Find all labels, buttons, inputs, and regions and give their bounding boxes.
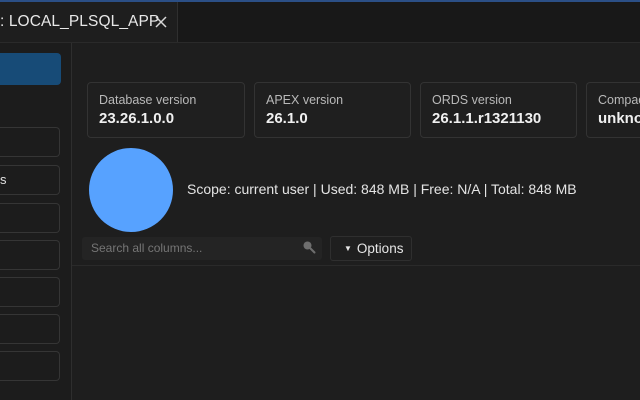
sidebar-item[interactable] xyxy=(0,203,60,233)
search-icon[interactable] xyxy=(302,240,316,254)
close-icon[interactable] xyxy=(152,13,170,31)
card-value: 26.1.0 xyxy=(266,110,308,127)
sidebar-item[interactable] xyxy=(0,127,60,157)
sidebar: s xyxy=(0,43,72,400)
divider xyxy=(72,265,640,266)
card-label: APEX version xyxy=(266,93,344,107)
database-version-card: Database version 23.26.1.0.0 xyxy=(87,82,245,138)
tab-local-plsql-app[interactable]: : LOCAL_PLSQL_APP xyxy=(0,2,178,42)
options-button[interactable]: ▼ Options xyxy=(330,236,412,261)
sidebar-item[interactable] xyxy=(0,240,60,270)
tab-bar: : LOCAL_PLSQL_APP xyxy=(0,2,640,43)
sidebar-item[interactable] xyxy=(0,351,60,381)
card-label: ORDS version xyxy=(432,93,512,107)
search-input[interactable] xyxy=(82,237,322,260)
card-label: Database version xyxy=(99,93,197,107)
options-label: Options xyxy=(356,241,404,256)
card-value: 26.1.1.r1321130 xyxy=(432,110,542,127)
storage-scope-text: Scope: current user | Used: 848 MB | Fre… xyxy=(187,181,577,197)
main-panel: Database version 23.26.1.0.0 APEX versio… xyxy=(72,43,640,400)
caret-down-icon: ▼ xyxy=(344,244,352,253)
storage-pie-chart xyxy=(89,148,173,232)
ords-version-card: ORDS version 26.1.1.r1321130 xyxy=(420,82,577,138)
card-label: Compac xyxy=(598,93,640,107)
sidebar-item-active[interactable] xyxy=(0,53,61,85)
tab-title: : LOCAL_PLSQL_APP xyxy=(0,13,160,30)
card-value: 23.26.1.0.0 xyxy=(99,110,175,127)
sidebar-item[interactable] xyxy=(0,277,60,307)
card-value: unkno xyxy=(598,110,640,127)
apex-version-card: APEX version 26.1.0 xyxy=(254,82,411,138)
sidebar-item[interactable]: s xyxy=(0,165,60,195)
compatibility-card: Compac unkno xyxy=(586,82,640,138)
sidebar-item[interactable] xyxy=(0,314,60,344)
